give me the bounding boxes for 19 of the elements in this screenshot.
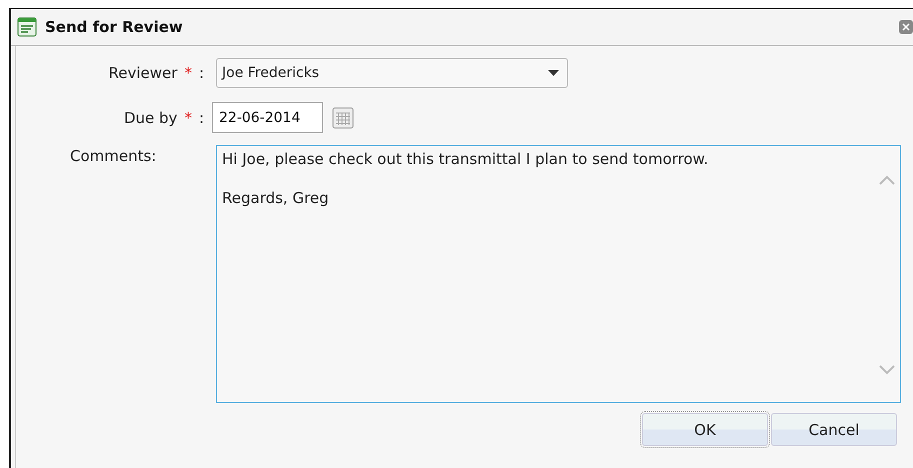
comments-field[interactable]: Hi Joe, please check out this transmittal I plan to send tomorrow. Regards, Greg (216, 145, 901, 403)
window-title: Send for Review (45, 18, 184, 36)
label-separator: : (198, 64, 204, 82)
scroll-up-icon[interactable] (879, 175, 895, 185)
window-icon (17, 17, 37, 37)
calendar-icon[interactable] (332, 106, 354, 128)
required-mark: * (184, 64, 192, 82)
scroll-down-icon[interactable] (879, 365, 895, 375)
date-field[interactable]: 22-06-2014 (212, 102, 323, 133)
cancel-button[interactable]: Cancel (771, 413, 897, 446)
field-label: Due by (124, 108, 178, 126)
ok-button[interactable]: OK (642, 413, 768, 446)
field-label: Comments: (70, 147, 156, 165)
reviewer-dropdown[interactable]: Joe Fredericks (216, 58, 568, 88)
close-icon[interactable] (899, 20, 913, 34)
dropdown-caret-icon[interactable] (548, 70, 559, 76)
field-label: Reviewer (108, 64, 178, 82)
required-mark: * (184, 108, 192, 126)
label-separator: : (198, 108, 204, 126)
